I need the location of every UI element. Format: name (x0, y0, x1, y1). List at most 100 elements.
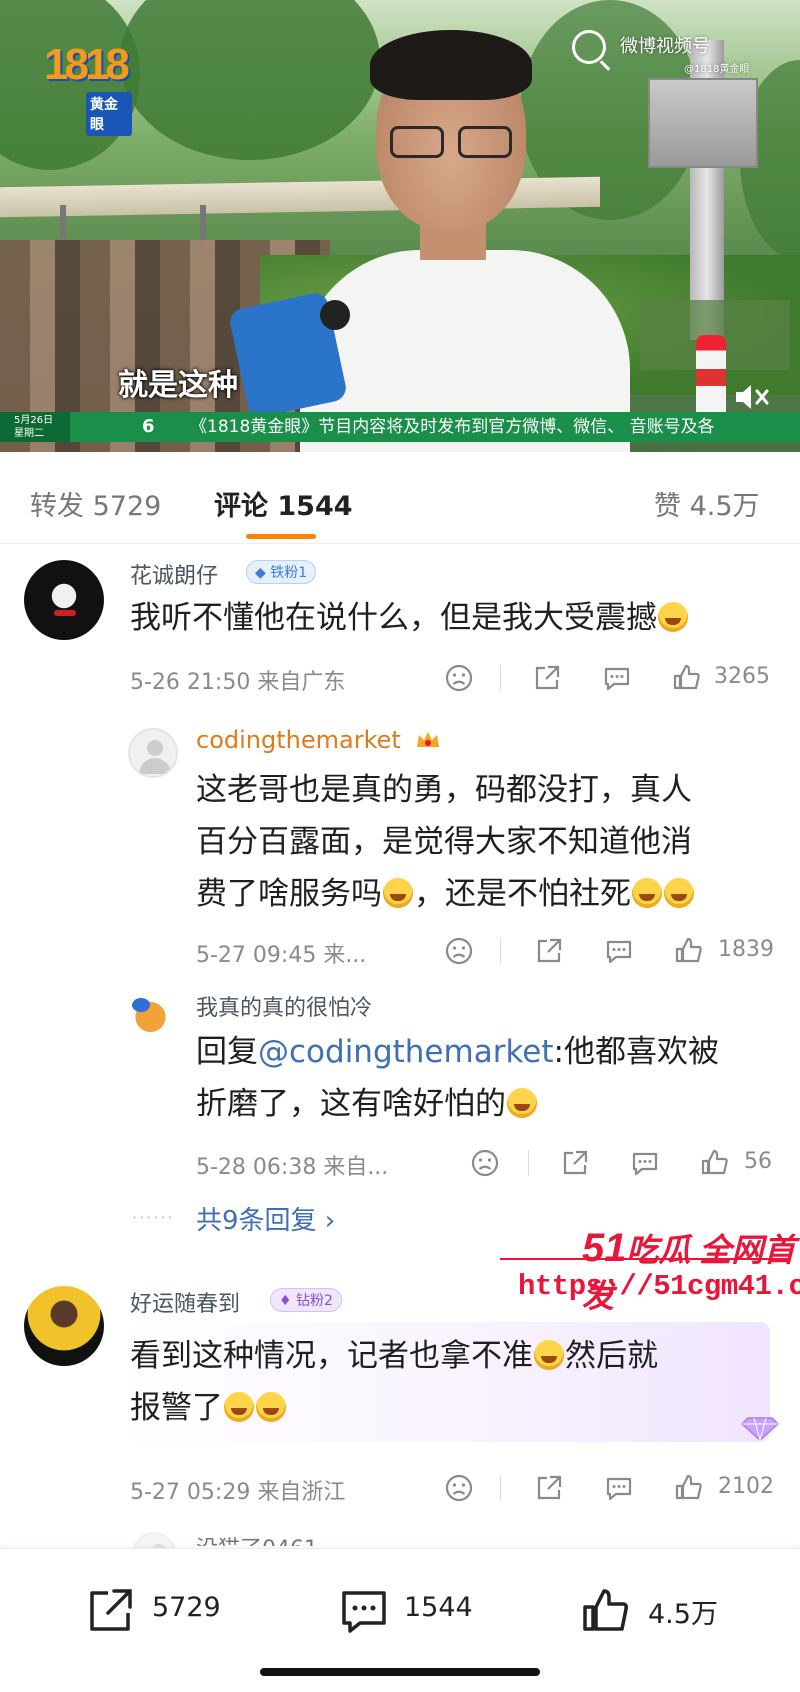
like-count: 1839 (718, 937, 774, 962)
avatar[interactable] (24, 1286, 104, 1366)
view-more-replies-link[interactable]: 共9条回复 › (196, 1200, 335, 1237)
ticker-date-line2: 星期二 (14, 428, 44, 439)
like-icon[interactable] (672, 663, 702, 693)
like-count[interactable]: 4.5万 (648, 1592, 718, 1631)
avatar[interactable] (128, 728, 178, 778)
reply-text-part: 费了啥服务吗 (196, 876, 382, 912)
home-indicator[interactable] (260, 1668, 540, 1676)
avatar[interactable] (24, 560, 104, 640)
dislike-icon[interactable] (444, 936, 474, 966)
comment-username[interactable]: 好运随春到 (130, 1286, 240, 1318)
tab-comments[interactable]: 评论 1544 (214, 484, 353, 523)
comment-icon[interactable] (338, 1585, 390, 1637)
reply-text-line: 这老哥也是真的勇，码都没打，真人 (196, 772, 692, 808)
background-tree (120, 0, 380, 160)
fan-badge: ♦ 钻粉2 (270, 1288, 342, 1312)
comment-text: 我听不懂他在说什么，但是我大受震撼 (130, 592, 689, 644)
reply-text-part: :他都喜欢被 (553, 1034, 719, 1070)
doge-emoji-icon (224, 1392, 254, 1422)
tab-likes[interactable]: 赞 4.5万 (654, 484, 760, 523)
like-count: 2102 (718, 1474, 774, 1499)
like-icon[interactable] (674, 1473, 704, 1503)
water-bottle (696, 335, 726, 420)
video-player[interactable]: 1818 黄金眼 微博视频号 @1818黄金眼 就是这种 5月26日 星期二 6… (0, 0, 800, 452)
electric-box (648, 78, 758, 168)
comment-text-line: 看到这种情况，记者也拿不准 然后就 (130, 1330, 658, 1382)
reply-text-line: 费了啥服务吗 ，还是不怕社死 (196, 868, 695, 920)
doge-emoji-icon (256, 1392, 286, 1422)
repost-icon[interactable] (84, 1585, 136, 1637)
ticker-channel: 6 (142, 416, 155, 437)
share-icon[interactable] (534, 1473, 564, 1503)
comment-text-body: 我听不懂他在说什么，但是我大受震撼 (130, 600, 657, 636)
like-count: 56 (744, 1149, 772, 1174)
reply-text-part: ，还是不怕社死 (414, 876, 631, 912)
logo-sub: 黄金眼 (86, 92, 132, 136)
like-icon[interactable] (674, 936, 704, 966)
reply-username[interactable]: 我真的真的很怕冷 (196, 990, 372, 1022)
fan-badge: ◆ 铁粉1 (246, 560, 317, 584)
laugh-cry-emoji-icon (383, 878, 413, 908)
avatar[interactable] (128, 992, 178, 1042)
mention-link[interactable]: @codingthemarket (258, 1034, 554, 1070)
channel-logo: 1818 黄金眼 (44, 40, 132, 136)
reply-meta: 5-28 06:38 来自... (196, 1155, 389, 1180)
comment-count[interactable]: 1544 (404, 1592, 473, 1623)
reply-text: 回复@codingthemarket:他都喜欢被 折磨了，这有啥好怕的 (196, 1026, 719, 1130)
share-icon[interactable] (534, 936, 564, 966)
ticker-date-line1: 5月26日 (14, 415, 54, 426)
dislike-icon[interactable] (470, 1148, 500, 1178)
thread-dots: ······ (132, 1208, 175, 1227)
reply-text-line: 折磨了，这有啥好怕的 (196, 1078, 719, 1130)
reply-text: 这老哥也是真的勇，码都没打，真人 百分百露面，是觉得大家不知道他消 费了啥服务吗… (196, 764, 695, 920)
reply-icon[interactable] (604, 1473, 634, 1503)
laugh-cry-emoji-icon (658, 602, 688, 632)
share-icon[interactable] (560, 1148, 590, 1178)
microphone-head (320, 300, 350, 330)
dislike-icon[interactable] (444, 1473, 474, 1503)
fan-badge-text: 钻粉2 (296, 1293, 333, 1309)
weibo-comment-page: 1818 黄金眼 微博视频号 @1818黄金眼 就是这种 5月26日 星期二 6… (0, 0, 800, 1692)
comment-text-part: 然后就 (565, 1338, 658, 1374)
tab-repost[interactable]: 转发 5729 (30, 484, 161, 523)
reply-meta: 5-27 09:45 来... (196, 943, 367, 968)
comment-username[interactable]: 花诚朗仔 (130, 558, 218, 590)
reply-icon[interactable] (630, 1148, 660, 1178)
ticker-text: 《1818黄金眼》节目内容将及时发布到官方微博、微信、 音账号及各 (190, 417, 715, 437)
ticker-date: 5月26日 星期二 (0, 412, 70, 442)
promo-number: 51 (582, 1226, 627, 1270)
divider (500, 665, 501, 691)
laugh-cry-emoji-icon (664, 878, 694, 908)
divider (528, 1150, 529, 1176)
comment-text-part: 看到这种情况，记者也拿不准 (130, 1338, 533, 1374)
reply-prefix: 回复 (196, 1034, 258, 1070)
watermark-sub: @1818黄金眼 (684, 64, 750, 75)
mute-icon[interactable] (732, 382, 772, 412)
like-icon[interactable] (700, 1148, 730, 1178)
reply-icon[interactable] (602, 663, 632, 693)
comment-meta: 5-27 05:29 来自浙江 (130, 1480, 346, 1505)
divider (500, 938, 501, 964)
share-icon[interactable] (532, 663, 562, 693)
reply-text-line: 回复@codingthemarket:他都喜欢被 (196, 1026, 719, 1078)
diamond-icon (740, 1417, 780, 1442)
comment-text: 看到这种情况，记者也拿不准 然后就 报警了 (130, 1330, 658, 1434)
dislike-icon[interactable] (444, 663, 474, 693)
watermark-text: 微博视频号 (620, 36, 710, 57)
video-subtitle: 就是这种 (118, 368, 238, 403)
reply-text-part: 折磨了，这有啥好怕的 (196, 1086, 506, 1122)
like-icon[interactable] (580, 1585, 632, 1637)
platform-watermark: 微博视频号 @1818黄金眼 (572, 26, 782, 76)
repost-count[interactable]: 5729 (152, 1592, 221, 1623)
laughing-emoji-icon (507, 1088, 537, 1118)
promo-divider (500, 1258, 790, 1260)
partial-username-text: 没猫了0461 (196, 1537, 318, 1546)
glasses-lens-right (458, 126, 512, 158)
partial-username: 没猫了0461 (196, 1532, 416, 1546)
logo-number: 1818 (44, 40, 130, 89)
reply-icon[interactable] (604, 936, 634, 966)
divider (500, 1475, 501, 1501)
like-count: 3265 (714, 664, 770, 689)
reply-username[interactable]: codingthemarket (196, 726, 401, 754)
doge-emoji-icon (534, 1340, 564, 1370)
